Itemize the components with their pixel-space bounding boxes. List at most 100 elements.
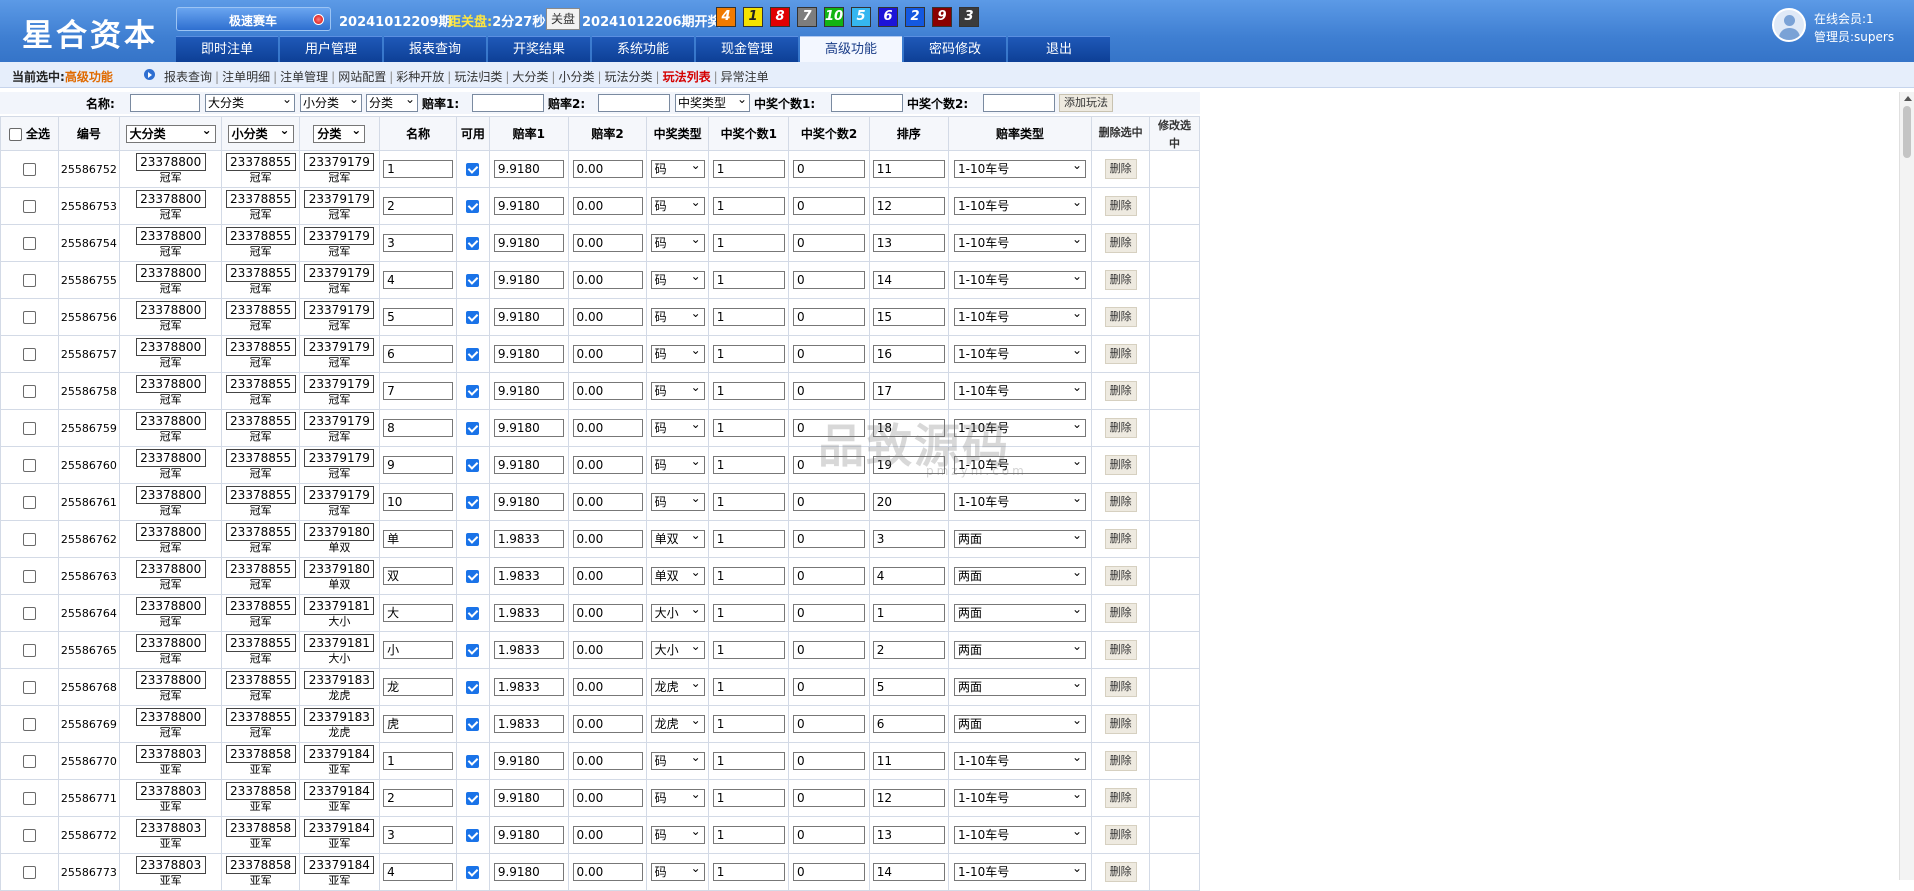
row-order-input[interactable]: 19: [872, 456, 945, 474]
row-big-id[interactable]: 23378800: [135, 153, 206, 171]
row-order-input[interactable]: 11: [872, 160, 945, 178]
row-delete-button[interactable]: 删除: [1104, 455, 1137, 475]
nav-item[interactable]: 开奖结果: [488, 36, 590, 62]
row-big-id[interactable]: 23378803: [135, 856, 206, 874]
row-checkbox[interactable]: [22, 681, 36, 694]
add-play-button[interactable]: 添加玩法: [1059, 94, 1113, 112]
row-win-type-select[interactable]: 码: [650, 789, 705, 807]
row-checkbox[interactable]: [22, 237, 36, 250]
row-rate1-input[interactable]: 9.9180: [493, 752, 564, 770]
row-checkbox[interactable]: [22, 422, 36, 435]
row-big-id[interactable]: 23378800: [135, 190, 206, 208]
row-win1-input[interactable]: 1: [712, 419, 785, 437]
row-rate-type-select[interactable]: 1-10车号: [954, 345, 1087, 363]
vertical-scrollbar[interactable]: [1899, 92, 1914, 880]
row-rate1-input[interactable]: 1.9833: [493, 678, 564, 696]
header-big-select[interactable]: 大分类: [125, 124, 216, 143]
row-small-id[interactable]: 23378855: [225, 264, 296, 282]
row-rate2-input[interactable]: 0.00: [572, 308, 643, 326]
row-win-type-select[interactable]: 大小: [650, 641, 705, 659]
row-order-input[interactable]: 20: [872, 493, 945, 511]
row-name-input[interactable]: 双: [383, 567, 454, 585]
row-cat-id[interactable]: 23379179: [304, 301, 375, 319]
row-win-type-select[interactable]: 码: [650, 271, 705, 289]
row-enabled-checkbox[interactable]: [466, 570, 480, 583]
row-cat-id[interactable]: 23379184: [304, 782, 375, 800]
nav-item[interactable]: 密码修改: [904, 36, 1006, 62]
row-win1-input[interactable]: 1: [712, 493, 785, 511]
row-delete-button[interactable]: 删除: [1104, 492, 1137, 512]
row-enabled-checkbox[interactable]: [466, 607, 480, 620]
row-win1-input[interactable]: 1: [712, 752, 785, 770]
row-checkbox[interactable]: [22, 866, 36, 879]
row-delete-button[interactable]: 删除: [1104, 196, 1137, 216]
row-rate2-input[interactable]: 0.00: [572, 678, 643, 696]
row-order-input[interactable]: 3: [872, 530, 945, 548]
row-win1-input[interactable]: 1: [712, 863, 785, 881]
row-win1-input[interactable]: 1: [712, 197, 785, 215]
row-enabled-checkbox[interactable]: [466, 792, 480, 805]
submenu-link[interactable]: 报表查询: [164, 70, 212, 84]
row-order-input[interactable]: 13: [872, 826, 945, 844]
row-big-id[interactable]: 23378800: [135, 634, 206, 652]
row-name-input[interactable]: 8: [383, 419, 454, 437]
row-enabled-checkbox[interactable]: [466, 718, 480, 731]
submenu-link[interactable]: 大分类: [512, 70, 548, 84]
row-cat-id[interactable]: 23379180: [304, 523, 375, 541]
row-enabled-checkbox[interactable]: [466, 829, 480, 842]
row-checkbox[interactable]: [22, 607, 36, 620]
row-rate1-input[interactable]: 9.9180: [493, 197, 564, 215]
nav-item[interactable]: 用户管理: [280, 36, 382, 62]
row-name-input[interactable]: 7: [383, 382, 454, 400]
row-small-id[interactable]: 23378855: [225, 338, 296, 356]
row-name-input[interactable]: 2: [383, 789, 454, 807]
row-rate1-input[interactable]: 9.9180: [493, 382, 564, 400]
row-cat-id[interactable]: 23379181: [304, 634, 375, 652]
row-win1-input[interactable]: 1: [712, 826, 785, 844]
row-enabled-checkbox[interactable]: [466, 348, 480, 361]
row-cat-id[interactable]: 23379184: [304, 856, 375, 874]
row-win1-input[interactable]: 1: [712, 456, 785, 474]
row-win1-input[interactable]: 1: [712, 715, 785, 733]
row-small-id[interactable]: 23378855: [225, 227, 296, 245]
row-name-input[interactable]: 龙: [383, 678, 454, 696]
select-all-header[interactable]: 全选: [0, 116, 59, 151]
row-checkbox[interactable]: [22, 755, 36, 768]
row-checkbox[interactable]: [22, 570, 36, 583]
row-small-id[interactable]: 23378858: [225, 782, 296, 800]
row-order-input[interactable]: 5: [872, 678, 945, 696]
row-name-input[interactable]: 9: [383, 456, 454, 474]
row-small-id[interactable]: 23378855: [225, 523, 296, 541]
row-rate-type-select[interactable]: 1-10车号: [954, 308, 1087, 326]
row-rate-type-select[interactable]: 两面: [954, 641, 1087, 659]
row-win-type-select[interactable]: 码: [650, 160, 705, 178]
win-count1-input[interactable]: [831, 94, 903, 112]
row-big-id[interactable]: 23378800: [135, 412, 206, 430]
row-small-id[interactable]: 23378858: [225, 856, 296, 874]
row-big-id[interactable]: 23378803: [135, 819, 206, 837]
row-name-input[interactable]: 单: [383, 530, 454, 548]
row-win2-input[interactable]: 0: [793, 641, 866, 659]
row-cat-id[interactable]: 23379183: [304, 671, 375, 689]
row-delete-button[interactable]: 删除: [1104, 714, 1137, 734]
row-delete-button[interactable]: 删除: [1104, 418, 1137, 438]
row-order-input[interactable]: 13: [872, 234, 945, 252]
row-name-input[interactable]: 10: [383, 493, 454, 511]
row-cat-id[interactable]: 23379179: [304, 449, 375, 467]
row-enabled-checkbox[interactable]: [466, 644, 480, 657]
row-big-id[interactable]: 23378803: [135, 782, 206, 800]
row-rate-type-select[interactable]: 1-10车号: [954, 271, 1087, 289]
row-rate2-input[interactable]: 0.00: [572, 160, 643, 178]
submenu-link[interactable]: 小分类: [558, 70, 594, 84]
row-win2-input[interactable]: 0: [793, 826, 866, 844]
rate1-filter-input[interactable]: [472, 94, 544, 112]
row-win2-input[interactable]: 0: [793, 530, 866, 548]
row-small-id[interactable]: 23378855: [225, 412, 296, 430]
row-rate-type-select[interactable]: 1-10车号: [954, 789, 1087, 807]
row-rate2-input[interactable]: 0.00: [572, 271, 643, 289]
row-win1-input[interactable]: 1: [712, 234, 785, 252]
row-name-input[interactable]: 1: [383, 160, 454, 178]
row-enabled-checkbox[interactable]: [466, 496, 480, 509]
row-rate1-input[interactable]: 9.9180: [493, 345, 564, 363]
row-rate2-input[interactable]: 0.00: [572, 641, 643, 659]
